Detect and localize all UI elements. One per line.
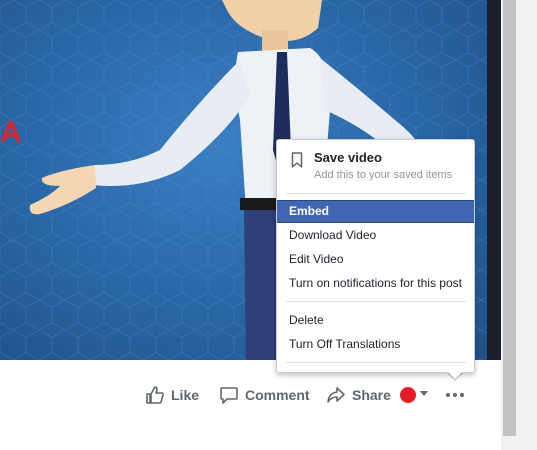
share-button[interactable]: Share [326, 384, 391, 406]
menu-divider [286, 362, 466, 363]
comment-button[interactable]: Comment [219, 384, 310, 406]
menu-item-turn-on-notifications[interactable]: Turn on notifications for this post [277, 272, 474, 295]
post-viewport: A Like Comment Share Save video Add this… [0, 0, 537, 450]
comment-label: Comment [245, 387, 310, 403]
video-edge [487, 0, 501, 360]
thumbs-up-icon [146, 386, 164, 404]
menu-item-edit-video[interactable]: Edit Video [277, 248, 474, 271]
like-label: Like [171, 387, 200, 403]
speech-bubble-icon [220, 387, 238, 404]
bookmark-icon [291, 152, 303, 168]
menu-divider [286, 193, 466, 194]
page-avatar-icon[interactable] [400, 387, 416, 403]
save-video-subtitle: Add this to your saved items [314, 169, 453, 181]
post-options-menu: Save video Add this to your saved items … [276, 139, 475, 373]
menu-pointer [448, 372, 462, 379]
menu-item-download-video[interactable]: Download Video [277, 224, 474, 247]
chevron-down-icon[interactable] [420, 391, 428, 396]
more-dots-icon[interactable] [444, 390, 466, 400]
logo-letter: A [0, 116, 22, 149]
save-video-title: Save video [314, 150, 382, 165]
save-video-item[interactable]: Save video Add this to your saved items [277, 140, 474, 192]
menu-item-delete[interactable]: Delete [277, 309, 474, 332]
menu-divider [286, 301, 466, 302]
menu-item-embed[interactable]: Embed [277, 200, 474, 223]
share-arrow-icon [327, 387, 345, 403]
share-label: Share [352, 387, 391, 403]
post-action-bar: Like Comment Share [0, 360, 501, 450]
scrollbar[interactable] [503, 0, 516, 436]
menu-item-turn-off-translations[interactable]: Turn Off Translations [277, 333, 474, 356]
like-button[interactable]: Like [145, 384, 199, 406]
